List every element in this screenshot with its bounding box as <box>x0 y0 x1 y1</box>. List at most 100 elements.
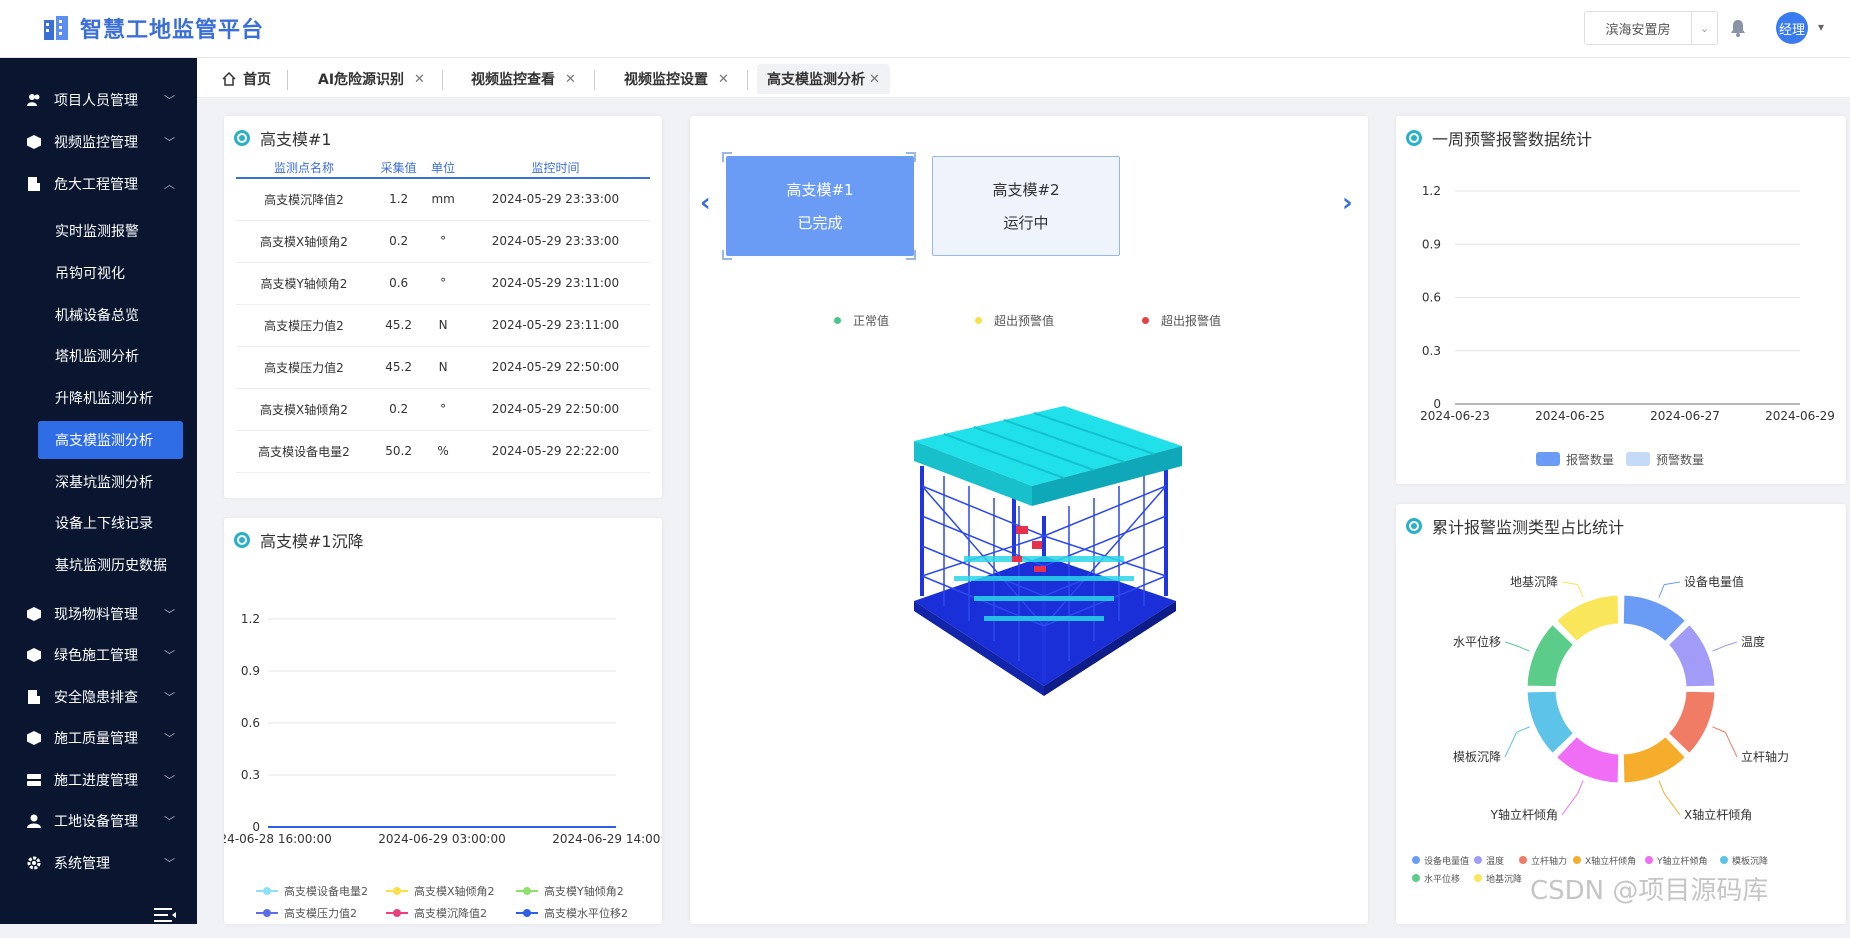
legend-dot <box>1519 856 1527 864</box>
panel-title-text: 高支模#1 <box>260 130 332 149</box>
gear-icon <box>26 855 42 871</box>
legend-marker <box>523 887 531 895</box>
table-cell: 高支模设备电量2 <box>236 430 372 473</box>
panel-title-text: 高支模#1沉降 <box>260 532 364 551</box>
sidebar-item-safety[interactable]: 安全隐患排查 ﹀ <box>0 677 197 717</box>
tab-home[interactable]: 首页 <box>211 64 281 94</box>
table-cell: mm <box>425 178 461 221</box>
monitor-table-panel: 高支模#1 监测点名称 采集值 单位 监控时间 高支模沉降值2 1.2 mm 2024… <box>224 116 662 498</box>
sidebar-item-equipment[interactable]: 工地设备管理 ﹀ <box>0 801 197 841</box>
sidebar-item-label: 工地设备管理 <box>54 814 138 830</box>
formwork-card-2[interactable]: 高支模#2 运行中 <box>932 156 1120 256</box>
sidebar-item-video[interactable]: 视频监控管理 ﹀ <box>0 122 197 162</box>
card-name: 高支模#1 <box>786 181 854 199</box>
sidebar-item-green[interactable]: 绿色施工管理 ﹀ <box>0 635 197 675</box>
target-icon <box>1406 130 1422 146</box>
legend-label: 模板沉降 <box>1732 855 1768 867</box>
table-cell: ° <box>425 262 461 305</box>
chevron-down-icon[interactable]: ⌄ <box>1691 12 1717 44</box>
settlement-line-chart: 00.30.60.91.22024-06-28 16:00:002024-06-… <box>224 612 662 920</box>
legend-marker <box>393 909 401 917</box>
chevron-right-icon[interactable]: › <box>1342 188 1353 218</box>
formwork-card-1[interactable]: 高支模#1 已完成 <box>726 156 914 256</box>
card-corner-decoration <box>906 152 916 162</box>
tab-video-view[interactable]: 视频监控查看 ✕ <box>461 64 586 94</box>
legend-label: 超出预警值 <box>994 314 1055 328</box>
tab-ai-hazard[interactable]: AI危险源识别 ✕ <box>308 64 435 94</box>
table-cell: 高支模Y轴倾角2 <box>236 262 372 305</box>
home-icon <box>222 71 236 86</box>
close-icon[interactable]: ✕ <box>869 72 880 87</box>
sidebar-sub-lift[interactable]: 升降机监测分析 <box>38 379 183 417</box>
sidebar-sub-foundation-pit[interactable]: 深基坑监测分析 <box>38 463 183 501</box>
table-cell: 0.2 <box>371 220 426 263</box>
sidebar-sub-tower-crane[interactable]: 塔机监测分析 <box>38 337 183 375</box>
chevron-down-icon: ﹀ <box>164 649 175 662</box>
table-row: 高支模X轴倾角2 0.2 ° 2024-05-29 23:33:00 <box>236 220 650 263</box>
sidebar-item-personnel[interactable]: 项目人员管理 ﹀ <box>0 80 197 120</box>
label-leader-line <box>1712 726 1738 758</box>
legend-label: 高支模沉降值2 <box>414 906 487 920</box>
avatar[interactable]: 经理 <box>1776 12 1808 44</box>
sidebar-item-hazard[interactable]: 危大工程管理 ︿ <box>0 164 197 204</box>
tab-formwork-analysis[interactable]: 高支模监测分析 ✕ <box>757 64 890 94</box>
tab-label: AI危险源识别 <box>318 72 405 88</box>
sidebar-item-label: 施工质量管理 <box>54 731 138 747</box>
legend-warning: 超出预警值 <box>975 312 1054 329</box>
y-tick-label: 0.6 <box>1422 291 1441 305</box>
table-cell: 高支模沉降值2 <box>236 178 372 221</box>
tab-divider <box>747 70 748 90</box>
slice-label: X轴立杆倾角 <box>1684 807 1752 822</box>
table-row: 高支模沉降值2 1.2 mm 2024-05-29 23:33:00 <box>236 178 650 221</box>
formwork-3d-model[interactable] <box>904 406 1194 706</box>
chevron-down-icon: ﹀ <box>164 732 175 745</box>
sidebar-item-materials[interactable]: 现场物料管理 ﹀ <box>0 594 197 634</box>
sidebar-item-quality[interactable]: 施工质量管理 ﹀ <box>0 718 197 758</box>
panel-title: 高支模#1 <box>234 126 332 150</box>
close-icon[interactable]: ✕ <box>565 72 576 87</box>
y-tick-label: 1.2 <box>241 612 260 626</box>
bell-icon[interactable] <box>1728 18 1748 38</box>
sidebar-sub-machinery[interactable]: 机械设备总览 <box>38 296 183 334</box>
sidebar-item-system[interactable]: 系统管理 ﹀ <box>0 843 197 883</box>
table-cell: 0.6 <box>371 262 426 305</box>
legend-swatch <box>1626 452 1650 466</box>
chevron-left-icon[interactable]: ‹ <box>700 188 711 218</box>
project-select-value: 滨海安置房 <box>1605 22 1671 38</box>
legend-swatch <box>1536 452 1560 466</box>
sidebar-sub-pit-history[interactable]: 基坑监测历史数据 <box>38 546 183 584</box>
slice-label: Y轴立杆倾角 <box>1490 807 1558 822</box>
close-icon[interactable]: ✕ <box>414 72 425 87</box>
sidebar-sub-hook-visual[interactable]: 吊钩可视化 <box>38 254 183 292</box>
column-header: 监控时间 <box>460 158 650 179</box>
card-corner-decoration <box>722 250 732 260</box>
legend-dot <box>975 317 982 324</box>
tab-label: 视频监控设置 <box>624 72 708 88</box>
tab-label: 高支模监测分析 <box>767 72 865 88</box>
sidebar: 项目人员管理 ﹀ 视频监控管理 ﹀ 危大工程管理 ︿ 实时监测报警 吊钩可视化 … <box>0 58 197 924</box>
sidebar-item-progress[interactable]: 施工进度管理 ﹀ <box>0 760 197 800</box>
column-header: 采集值 <box>371 158 426 179</box>
sidebar-item-label: 绿色施工管理 <box>54 648 138 664</box>
card-status: 已完成 <box>797 214 843 232</box>
table-cell: 50.2 <box>371 430 426 473</box>
tab-video-settings[interactable]: 视频监控设置 ✕ <box>614 64 739 94</box>
project-select[interactable]: 滨海安置房 ⌄ <box>1584 11 1718 45</box>
legend-marker <box>523 909 531 917</box>
close-icon[interactable]: ✕ <box>718 72 729 87</box>
table-cell: 2024-05-29 22:50:00 <box>460 346 650 389</box>
chevron-down-icon: ﹀ <box>164 94 175 107</box>
table-cell: 2024-05-29 23:11:00 <box>460 262 650 305</box>
slice-label: 设备电量值 <box>1684 574 1744 589</box>
caret-down-icon[interactable]: ▾ <box>1818 20 1824 34</box>
collapse-menu-icon[interactable] <box>154 908 176 922</box>
legend-label: 高支模水平位移2 <box>544 906 628 920</box>
legend-marker <box>263 909 271 917</box>
sidebar-sub-realtime-alarm[interactable]: 实时监测报警 <box>38 212 183 250</box>
sidebar-sub-device-log[interactable]: 设备上下线记录 <box>38 504 183 542</box>
legend-label: 水平位移 <box>1424 873 1460 885</box>
legend-label: 预警数量 <box>1656 452 1704 467</box>
sidebar-sub-formwork[interactable]: 高支模监测分析 <box>38 421 183 459</box>
x-tick-label: 2024-06-28 16:00:00 <box>224 832 332 846</box>
label-leader-line <box>1504 641 1530 652</box>
